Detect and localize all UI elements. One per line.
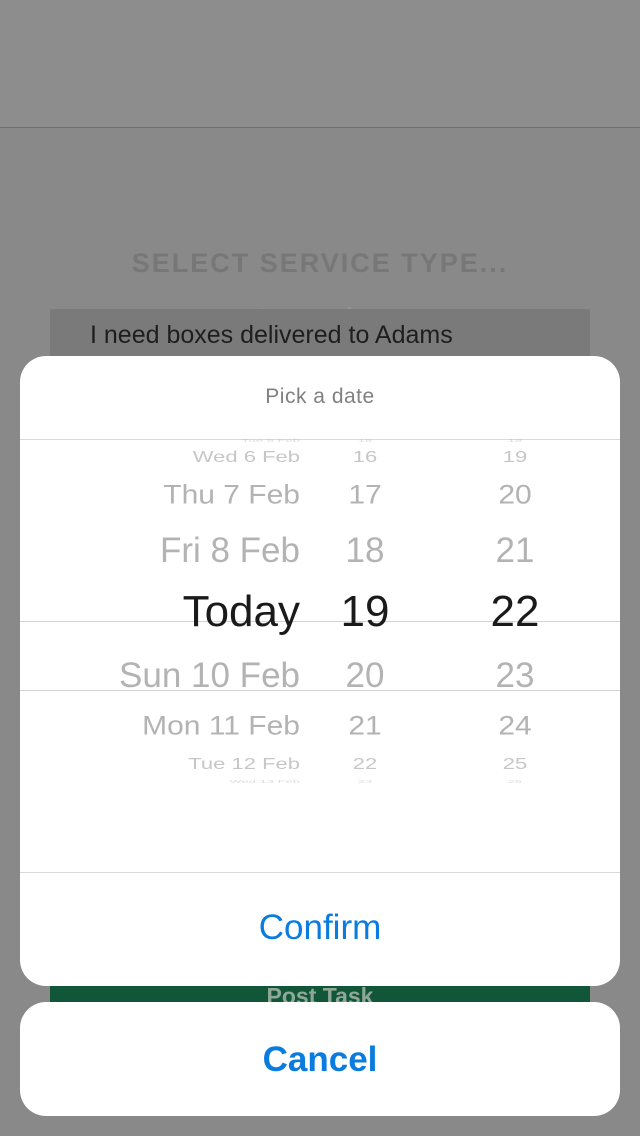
picker-option[interactable]: Thu 7 Feb xyxy=(20,482,300,509)
picker-option[interactable]: 19 xyxy=(340,590,390,634)
date-wheel[interactable]: Tue 5 Feb Wed 6 Feb Thu 7 Feb Fri 8 Feb Toda… xyxy=(20,438,300,872)
minute-wheel[interactable]: 18 19 20 21 22 23 24 25 26 xyxy=(475,438,555,872)
picker-option[interactable]: 18 xyxy=(340,533,390,568)
picker-option[interactable]: Tue 5 Feb xyxy=(20,438,300,443)
picker-option[interactable]: 17 xyxy=(340,482,390,509)
picker-option[interactable]: Mon 11 Feb xyxy=(20,713,300,740)
cancel-button[interactable]: Cancel xyxy=(20,1002,620,1116)
picker-option[interactable]: 24 xyxy=(475,713,555,740)
picker-option[interactable]: 23 xyxy=(475,658,555,693)
service-type-selector[interactable]: SELECT SERVICE TYPE... xyxy=(0,248,640,279)
picker-option[interactable]: 21 xyxy=(475,533,555,568)
picker-option[interactable]: Today xyxy=(20,590,300,634)
picker-option[interactable]: 20 xyxy=(340,658,390,693)
date-time-picker[interactable]: Tue 5 Feb Wed 6 Feb Thu 7 Feb Fri 8 Feb Toda… xyxy=(20,438,620,872)
confirm-button[interactable]: Confirm xyxy=(20,873,620,986)
picker-option[interactable]: Wed 13 Feb xyxy=(20,779,300,784)
picker-option[interactable]: 22 xyxy=(340,756,390,772)
picker-option[interactable]: 20 xyxy=(475,482,555,509)
picker-option[interactable]: 16 xyxy=(340,449,390,465)
picker-option[interactable]: 15 xyxy=(340,438,390,443)
picker-option[interactable]: Tue 12 Feb xyxy=(20,756,300,772)
sheet-title: Pick a date xyxy=(265,385,375,408)
hour-wheel[interactable]: 15 16 17 18 19 20 21 22 23 xyxy=(340,438,390,872)
picker-option[interactable]: 21 xyxy=(340,713,390,740)
picker-option[interactable]: 26 xyxy=(475,779,555,784)
picker-option[interactable]: 19 xyxy=(475,449,555,465)
picker-option[interactable]: Sun 10 Feb xyxy=(20,658,300,693)
picker-option[interactable]: 18 xyxy=(475,438,555,443)
date-picker-sheet: Pick a date Tue 5 Feb Wed 6 Feb Thu 7 Feb F… xyxy=(20,356,620,986)
cancel-sheet: Cancel xyxy=(20,1002,620,1116)
picker-option[interactable]: 22 xyxy=(475,590,555,634)
picker-option[interactable]: 25 xyxy=(475,756,555,772)
app-header xyxy=(0,0,640,128)
picker-option[interactable]: Fri 8 Feb xyxy=(20,533,300,568)
picker-option[interactable]: 23 xyxy=(340,779,390,784)
picker-option[interactable]: Wed 6 Feb xyxy=(20,449,300,465)
